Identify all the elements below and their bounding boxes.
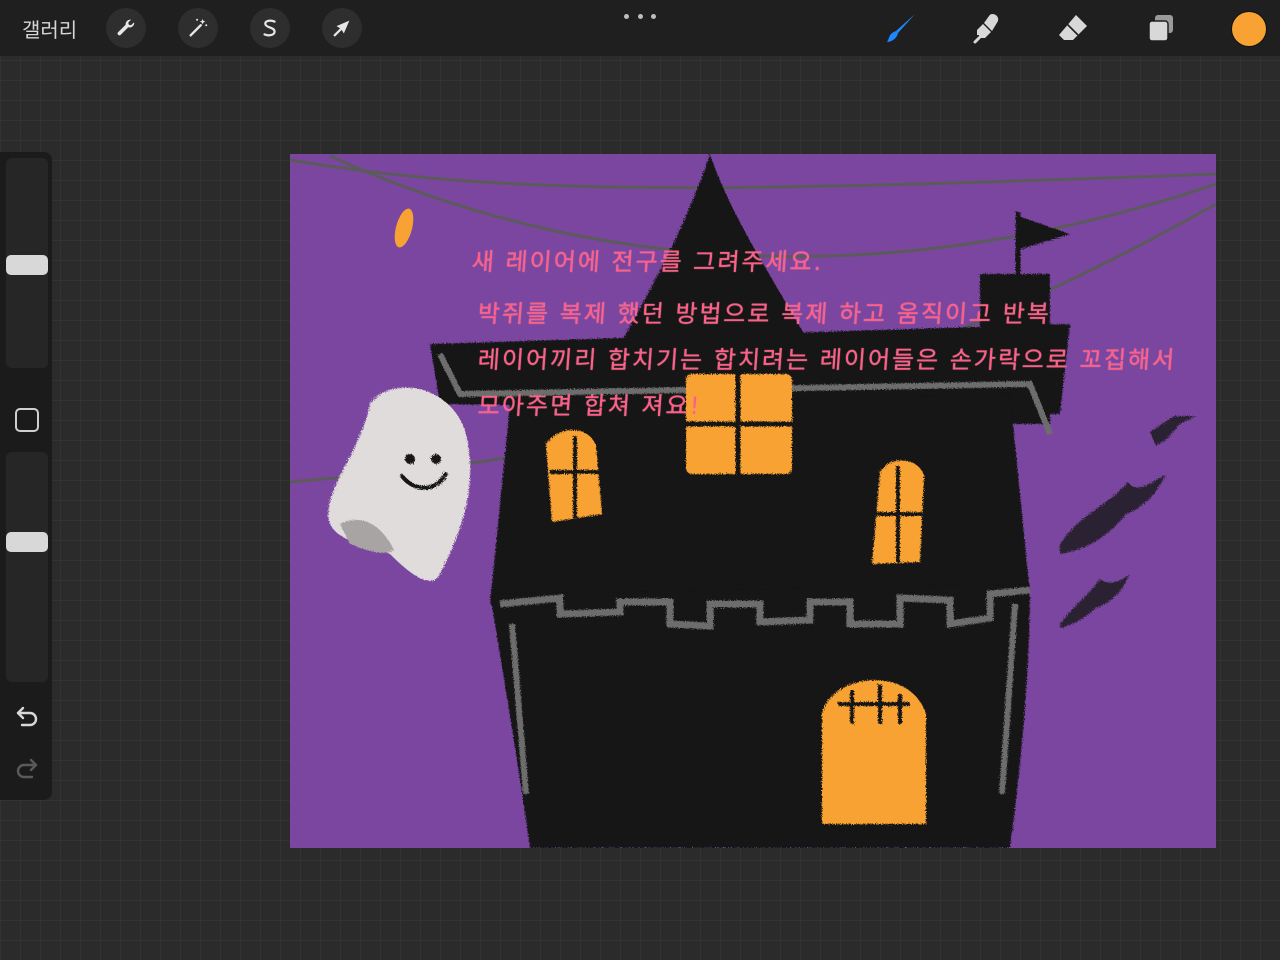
light-string-line bbox=[290, 158, 1216, 190]
arrow-cursor-icon bbox=[333, 20, 350, 37]
dot-icon bbox=[651, 13, 656, 19]
smudge-tool-button[interactable] bbox=[966, 8, 1008, 48]
selection-s-icon bbox=[263, 19, 276, 37]
left-sidebar bbox=[0, 152, 52, 800]
magic-wand-icon bbox=[189, 18, 208, 37]
more-options-button[interactable] bbox=[624, 6, 656, 26]
brush-icon bbox=[887, 14, 915, 42]
selection-button[interactable] bbox=[250, 8, 290, 48]
layers-tool-button[interactable] bbox=[1140, 8, 1182, 48]
actions-button[interactable] bbox=[106, 8, 146, 48]
eraser-tool-button[interactable] bbox=[1052, 8, 1094, 48]
layers-icon bbox=[1148, 15, 1173, 42]
color-picker-swatch[interactable] bbox=[1232, 12, 1266, 46]
opacity-slider[interactable] bbox=[6, 452, 48, 682]
annotation-line-4: 모아주면 합쳐 져요! bbox=[476, 392, 703, 420]
redo-icon bbox=[16, 758, 38, 779]
wrench-icon bbox=[117, 19, 135, 36]
gallery-button[interactable]: 갤러리 bbox=[22, 14, 77, 43]
smudge-finger-icon bbox=[973, 14, 999, 44]
annotation-line-1: 새 레이어에 전구를 그려주세요. bbox=[470, 248, 825, 276]
bats bbox=[1060, 416, 1196, 628]
drawing-canvas[interactable]: 새 레이어에 전구를 그려주세요. 박쥐를 복제 했던 방법으로 복제 하고 움… bbox=[290, 154, 1216, 848]
ghost bbox=[328, 387, 471, 581]
light-bulb bbox=[394, 208, 414, 248]
annotation-line-2: 박쥐를 복제 했던 방법으로 복제 하고 움직이고 반복 bbox=[476, 300, 1052, 328]
opacity-handle[interactable] bbox=[6, 531, 48, 552]
transform-button[interactable] bbox=[322, 8, 362, 48]
brush-tool-button[interactable] bbox=[880, 8, 922, 48]
dot-icon bbox=[637, 13, 643, 19]
undo-icon bbox=[16, 706, 38, 727]
undo-button[interactable] bbox=[12, 700, 42, 730]
dot-icon bbox=[624, 13, 629, 19]
redo-button[interactable] bbox=[12, 752, 42, 782]
adjustments-button[interactable] bbox=[178, 8, 218, 48]
annotation-line-3: 레이어끼리 합치기는 합치려는 레이어들은 손가락으로 꼬집해서 bbox=[476, 346, 1178, 374]
modify-square-button[interactable] bbox=[15, 408, 39, 432]
top-toolbar: 갤러리 bbox=[0, 0, 1280, 56]
eraser-icon bbox=[1059, 15, 1087, 40]
brush-size-handle[interactable] bbox=[6, 254, 48, 275]
